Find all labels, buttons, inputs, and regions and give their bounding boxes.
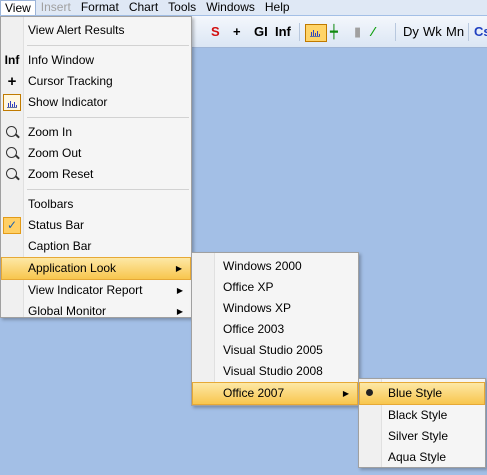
menu-item-label: Zoom Reset — [28, 167, 94, 181]
line-chart-icon[interactable]: ∕ — [372, 22, 374, 42]
menu-windows[interactable]: Windows — [201, 0, 260, 15]
view-menu: View Alert Results Inf Info Window + Cur… — [0, 16, 192, 318]
zoom-in-icon — [3, 124, 21, 141]
status-bar-item[interactable]: ✓ Status Bar — [1, 215, 191, 236]
look-office-2007[interactable]: Office 2007 ▶ — [192, 382, 358, 405]
look-visual-studio-2005[interactable]: Visual Studio 2005 — [192, 340, 358, 361]
info-icon: Inf — [4, 53, 20, 67]
application-look-submenu: Windows 2000 Office XP Windows XP Office… — [191, 252, 359, 406]
gi-button[interactable]: GI — [254, 22, 268, 42]
cs-button[interactable]: Cs — [474, 22, 487, 42]
toolbars-item[interactable]: Toolbars — [1, 194, 191, 215]
look-windows-xp[interactable]: Windows XP — [192, 298, 358, 319]
submenu-arrow-icon: ▶ — [175, 264, 182, 273]
look-office-2003[interactable]: Office 2003 — [192, 319, 358, 340]
daily-button[interactable]: Dy — [403, 22, 419, 42]
indicator-icon — [310, 29, 320, 37]
s-button[interactable]: S — [211, 22, 220, 42]
menu-item-label: Visual Studio 2005 — [223, 343, 323, 357]
menu-insert[interactable]: Insert — [36, 0, 76, 15]
application-look-item[interactable]: Application Look ▶ — [1, 257, 191, 280]
menu-help[interactable]: Help — [260, 0, 295, 15]
menu-chart[interactable]: Chart — [124, 0, 163, 15]
indicator-icon — [3, 94, 21, 111]
bar-chart-icon[interactable]: ▮ — [354, 22, 361, 42]
toolbar-separator — [299, 23, 300, 41]
monthly-button[interactable]: Mn — [446, 22, 464, 42]
menu-item-label: Office XP — [223, 280, 274, 294]
menu-item-label: Show Indicator — [28, 95, 108, 109]
menu-item-label: Global Monitor — [28, 304, 107, 318]
menu-item-label: Toolbars — [28, 197, 74, 211]
style-black[interactable]: Black Style — [359, 405, 485, 426]
style-blue[interactable]: Blue Style — [359, 382, 485, 405]
submenu-arrow-icon: ▶ — [176, 307, 183, 316]
submenu-arrow-icon: ▶ — [176, 286, 183, 295]
view-indicator-report-item[interactable]: View Indicator Report ▶ — [1, 280, 191, 301]
view-alert-results-item[interactable]: View Alert Results — [1, 20, 191, 41]
menu-item-label: Office 2007 — [223, 386, 285, 400]
menu-separator — [27, 45, 189, 46]
cursor-tracking-button[interactable]: + — [233, 22, 241, 42]
office-2007-submenu: Blue Style Black Style Silver Style Aqua… — [358, 378, 486, 468]
menu-item-label: View Alert Results — [28, 23, 125, 37]
look-office-xp[interactable]: Office XP — [192, 277, 358, 298]
look-windows-2000[interactable]: Windows 2000 — [192, 256, 358, 277]
menu-item-label: Visual Studio 2008 — [223, 364, 323, 378]
show-indicator-item[interactable]: Show Indicator — [1, 92, 191, 113]
menu-item-label: Zoom In — [28, 125, 73, 139]
zoom-reset-icon — [3, 166, 21, 183]
zoom-out-icon — [3, 145, 21, 162]
toolbar-separator — [395, 23, 396, 41]
caption-bar-item[interactable]: Caption Bar — [1, 236, 191, 257]
info-window-item[interactable]: Inf Info Window — [1, 50, 191, 71]
style-aqua[interactable]: Aqua Style — [359, 447, 485, 468]
menu-tools[interactable]: Tools — [163, 0, 201, 15]
menu-item-label: Cursor Tracking — [28, 74, 113, 88]
menu-item-label: Application Look — [28, 261, 117, 275]
style-silver[interactable]: Silver Style — [359, 426, 485, 447]
menu-item-label: Windows 2000 — [223, 259, 302, 273]
menu-item-label: Blue Style — [388, 386, 443, 400]
submenu-arrow-icon: ▶ — [342, 389, 349, 398]
menu-bar: View Insert Format Chart Tools Windows H… — [0, 0, 487, 15]
info-window-button[interactable]: Inf — [275, 22, 291, 42]
menu-view[interactable]: View — [0, 0, 36, 15]
toolbar-separator — [468, 23, 469, 41]
menu-separator — [27, 189, 189, 190]
menu-item-label: Caption Bar — [28, 239, 92, 253]
look-visual-studio-2008[interactable]: Visual Studio 2008 — [192, 361, 358, 382]
menu-format[interactable]: Format — [76, 0, 124, 15]
menu-item-label: Windows XP — [223, 301, 292, 315]
menu-item-label: Status Bar — [28, 218, 85, 232]
show-indicator-button[interactable] — [305, 24, 327, 42]
menu-item-label: Black Style — [388, 408, 448, 422]
zoom-in-item[interactable]: Zoom In — [1, 122, 191, 143]
candlestick-icon[interactable]: ┿ — [330, 22, 338, 42]
zoom-reset-item[interactable]: Zoom Reset — [1, 164, 191, 185]
menu-separator — [27, 117, 189, 118]
cursor-tracking-item[interactable]: + Cursor Tracking — [1, 71, 191, 92]
weekly-button[interactable]: Wk — [423, 22, 442, 42]
menu-item-label: Info Window — [28, 53, 95, 67]
zoom-out-item[interactable]: Zoom Out — [1, 143, 191, 164]
global-monitor-item[interactable]: Global Monitor ▶ — [1, 301, 191, 322]
menu-item-label: Silver Style — [388, 429, 449, 443]
menu-item-label: Aqua Style — [388, 450, 447, 464]
menu-item-label: View Indicator Report — [28, 283, 143, 297]
crosshair-icon: + — [7, 73, 17, 90]
radio-selected-icon — [361, 384, 379, 401]
menu-item-label: Zoom Out — [28, 146, 82, 160]
checkmark-icon: ✓ — [3, 217, 21, 234]
menu-item-label: Office 2003 — [223, 322, 285, 336]
